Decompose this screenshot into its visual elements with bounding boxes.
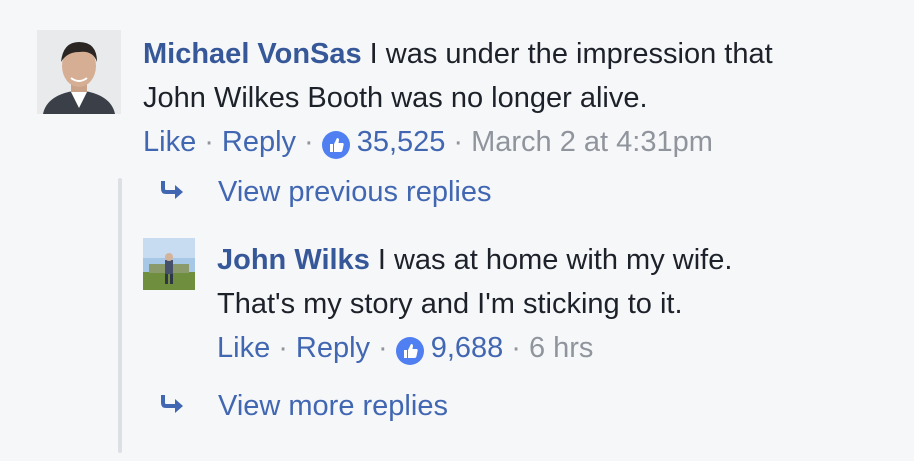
like-link[interactable]: Like — [217, 326, 270, 370]
reaction-count[interactable]: 9,688 — [431, 326, 504, 370]
comment-line-1: I was at home with my wife. — [377, 244, 733, 276]
separator: · — [304, 126, 314, 158]
reaction-count[interactable]: 35,525 — [357, 120, 446, 164]
avatar[interactable] — [143, 238, 195, 290]
comment-line-2: John Wilkes Booth was no longer alive. — [143, 82, 648, 114]
reply-arrow-icon — [160, 390, 218, 423]
thumbs-up-icon[interactable] — [395, 334, 424, 365]
reply-arrow-icon — [160, 176, 218, 209]
comment-actions: Like · Reply · 35,525 · March 2 at 4:31p… — [143, 120, 883, 164]
view-more-replies[interactable]: View more replies — [160, 390, 448, 423]
like-link[interactable]: Like — [143, 120, 196, 164]
thumbs-up-icon[interactable] — [321, 128, 350, 159]
separator: · — [278, 332, 288, 364]
author-name[interactable]: Michael VonSas — [143, 38, 362, 70]
reply-link[interactable]: Reply — [222, 120, 296, 164]
separator: · — [378, 332, 388, 364]
separator: · — [453, 126, 464, 158]
reply-thread-line — [118, 178, 122, 453]
separator: · — [204, 126, 214, 158]
view-previous-replies[interactable]: View previous replies — [160, 176, 492, 209]
author-name[interactable]: John Wilks — [217, 244, 370, 276]
comment-line-1: I was under the impression that — [369, 38, 773, 70]
separator: · — [511, 332, 521, 364]
comment-actions: Like · Reply · 9,688 · 6 hrs — [217, 326, 857, 370]
comment-text: Michael VonSas I was under the impression… — [143, 32, 883, 120]
avatar[interactable] — [37, 30, 121, 114]
timestamp[interactable]: 6 hrs — [529, 326, 593, 370]
comment-line-2: That's my story and I'm sticking to it. — [217, 288, 683, 320]
view-more-label[interactable]: View more replies — [218, 390, 448, 423]
comment-text: John Wilks I was at home with my wife. Th… — [217, 238, 857, 326]
view-previous-label[interactable]: View previous replies — [218, 176, 492, 209]
reply-link[interactable]: Reply — [296, 326, 370, 370]
timestamp[interactable]: March 2 at 4:31pm — [471, 120, 713, 164]
